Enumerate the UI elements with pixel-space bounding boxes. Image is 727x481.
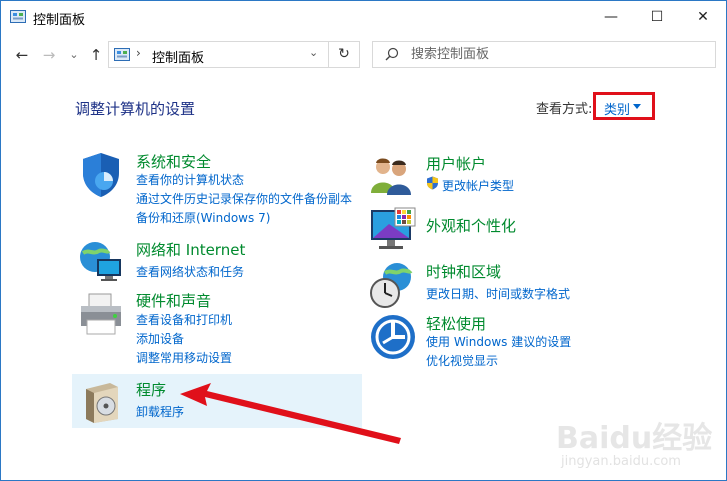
category-link[interactable]: 使用 Windows 建议的设置 [426, 333, 571, 350]
category-link[interactable]: 查看你的计算机状态 [136, 171, 244, 188]
category-ease-of-access: 轻松使用 使用 Windows 建议的设置 优化视觉显示 [369, 313, 669, 369]
page-title: 调整计算机的设置 [75, 100, 196, 118]
watermark-logo: Baidu经验 [556, 421, 713, 456]
category-system-security: 系统和安全 查看你的计算机状态 通过文件历史记录保存你的文件备份副本 备份和还原… [77, 151, 367, 231]
category-link[interactable]: 优化视觉显示 [426, 352, 498, 369]
category-link[interactable]: 查看设备和打印机 [136, 311, 232, 328]
accessibility-icon[interactable] [369, 313, 417, 361]
category-hardware-sound: 硬件和声音 查看设备和打印机 添加设备 调整常用移动设置 [77, 290, 367, 365]
window-title: 控制面板 [33, 13, 86, 28]
shield-icon[interactable] [77, 151, 125, 199]
category-title[interactable]: 轻松使用 [426, 313, 486, 334]
category-link[interactable]: 更改日期、时间或数字格式 [426, 285, 570, 302]
view-by-label: 查看方式: [536, 102, 593, 117]
category-link[interactable]: 更改帐户类型 [442, 177, 514, 194]
category-clock-region: 时钟和区域 更改日期、时间或数字格式 [369, 261, 669, 309]
breadcrumb-path[interactable]: 控制面板 [152, 47, 204, 66]
view-by-value[interactable]: 类别 [604, 99, 630, 118]
control-panel-window: 控制面板 — ☐ ✕ ← → ⌄ ↑ › 控制面板 ⌄ ↻ 搜索控制面板 调整计… [0, 0, 727, 481]
category-link[interactable]: 备份和还原(Windows 7) [136, 209, 270, 226]
breadcrumb-separator-icon[interactable]: › [136, 46, 141, 60]
programs-disk-icon[interactable] [80, 379, 124, 423]
back-arrow-icon[interactable]: ← [11, 44, 33, 66]
address-control-panel-icon [114, 48, 130, 61]
watermark-url: jingyan.baidu.com [561, 454, 681, 469]
search-icon [385, 47, 399, 61]
view-by-select[interactable]: 类别 [593, 92, 655, 120]
uac-shield-icon [427, 176, 438, 190]
dropdown-arrow-icon[interactable] [633, 104, 641, 109]
category-title[interactable]: 时钟和区域 [426, 261, 501, 282]
monitor-palette-icon[interactable] [369, 206, 417, 254]
category-link[interactable]: 查看网络状态和任务 [136, 263, 244, 280]
network-globe-icon[interactable] [77, 239, 125, 287]
close-button[interactable]: ✕ [680, 1, 726, 33]
category-title[interactable]: 系统和安全 [136, 151, 211, 172]
navigation-bar: ← → ⌄ ↑ › 控制面板 ⌄ ↻ [1, 35, 726, 75]
control-panel-icon [10, 10, 26, 23]
minimize-button[interactable]: — [588, 1, 634, 33]
refresh-button[interactable]: ↻ [329, 41, 360, 68]
category-link[interactable]: 添加设备 [136, 330, 184, 347]
up-arrow-icon[interactable]: ↑ [85, 44, 107, 66]
category-title[interactable]: 硬件和声音 [136, 290, 211, 311]
category-link[interactable]: 通过文件历史记录保存你的文件备份副本 [136, 190, 352, 207]
forward-arrow-icon[interactable]: → [38, 44, 60, 66]
printer-icon[interactable] [77, 290, 125, 338]
category-title[interactable]: 程序 [136, 379, 166, 400]
clock-globe-icon[interactable] [369, 261, 417, 309]
search-box[interactable] [372, 41, 716, 68]
category-user-accounts: 用户帐户 更改帐户类型 [369, 153, 669, 199]
category-title[interactable]: 网络和 Internet [136, 239, 245, 260]
category-network: 网络和 Internet 查看网络状态和任务 [77, 239, 367, 287]
category-link[interactable]: 卸载程序 [136, 403, 184, 420]
search-input[interactable] [411, 45, 701, 64]
title-bar: 控制面板 — ☐ ✕ [1, 1, 726, 33]
category-title[interactable]: 用户帐户 [426, 153, 486, 174]
category-title[interactable]: 外观和个性化 [426, 215, 516, 236]
category-appearance: 外观和个性化 [369, 206, 669, 254]
maximize-button[interactable]: ☐ [634, 1, 680, 33]
category-programs: 程序 卸载程序 [80, 379, 360, 425]
category-link[interactable]: 调整常用移动设置 [136, 349, 232, 366]
address-bar[interactable]: › 控制面板 ⌄ [108, 41, 329, 68]
recent-locations-icon[interactable]: ⌄ [63, 44, 85, 66]
address-dropdown-icon[interactable]: ⌄ [309, 46, 318, 59]
users-icon[interactable] [369, 153, 413, 197]
